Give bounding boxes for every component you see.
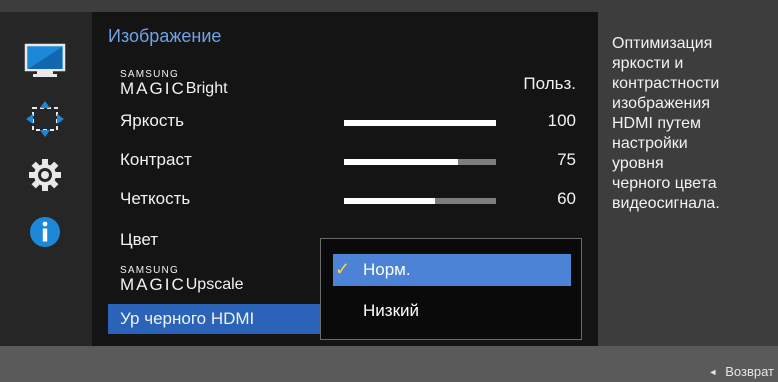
magic-bright-label: SAMSUNG MAGIC Bright (120, 62, 228, 98)
contrast-slider-fill (344, 159, 458, 165)
brightness-slider-fill (344, 120, 496, 126)
hdmi-black-level-label: Ур черного HDMI (120, 309, 255, 328)
magic-bright-value: Польз. (523, 74, 576, 93)
sharpness-label: Четкость (120, 189, 191, 208)
menu-item-hdmi-black-level[interactable]: Ур черного HDMI (108, 304, 322, 334)
info-icon[interactable] (23, 212, 67, 252)
description-text: Оптимизация яркости и контрастности изоб… (612, 35, 720, 212)
sharpness-slider-fill (344, 198, 436, 204)
brightness-label: Яркость (120, 111, 184, 130)
option-normal[interactable]: ✓ Норм. (333, 254, 571, 286)
sharpness-slider[interactable] (344, 198, 496, 204)
option-normal-label: Норм. (363, 260, 411, 279)
brightness-value: 100 (547, 111, 576, 130)
monitor-icon[interactable] (23, 42, 67, 82)
menu-item-brightness[interactable]: Яркость 100 (108, 107, 588, 137)
brightness-slider[interactable] (344, 120, 496, 126)
contrast-label: Контраст (120, 150, 192, 169)
magic-brand-text: MAGIC (120, 275, 186, 294)
menu-title: Изображение (108, 26, 222, 46)
magic-brand-text: MAGIC (120, 79, 186, 98)
bottom-bar: ◄ Возврат (0, 346, 778, 382)
sharpness-value: 60 (557, 189, 576, 208)
magic-upscale-label: SAMSUNG MAGIC Upscale (120, 258, 244, 294)
hdmi-black-level-dropdown: ✓ Норм. Низкий (320, 238, 582, 340)
menu-item-sharpness[interactable]: Четкость 60 (108, 185, 588, 215)
option-low-label: Низкий (363, 301, 419, 320)
color-label: Цвет (120, 230, 159, 249)
back-label: Возврат (725, 364, 774, 379)
menu-item-contrast[interactable]: Контраст 75 (108, 146, 588, 176)
left-arrow-icon: ◄ (708, 366, 718, 377)
category-sidebar (0, 12, 92, 346)
magic-upscale-text: Upscale (185, 276, 244, 293)
magic-bright-text: Bright (185, 80, 228, 97)
checkmark-icon: ✓ (335, 259, 351, 279)
back-hint[interactable]: ◄ Возврат (708, 364, 774, 379)
resize-arrows-icon[interactable] (23, 99, 67, 139)
contrast-value: 75 (557, 150, 576, 169)
menu-item-magic-bright[interactable]: SAMSUNG MAGIC Bright Польз. (108, 62, 588, 98)
option-low[interactable]: Низкий (333, 295, 571, 327)
contrast-slider[interactable] (344, 159, 496, 165)
description-panel: Оптимизация яркости и контрастности изоб… (598, 12, 778, 346)
gear-icon[interactable] (23, 155, 67, 195)
